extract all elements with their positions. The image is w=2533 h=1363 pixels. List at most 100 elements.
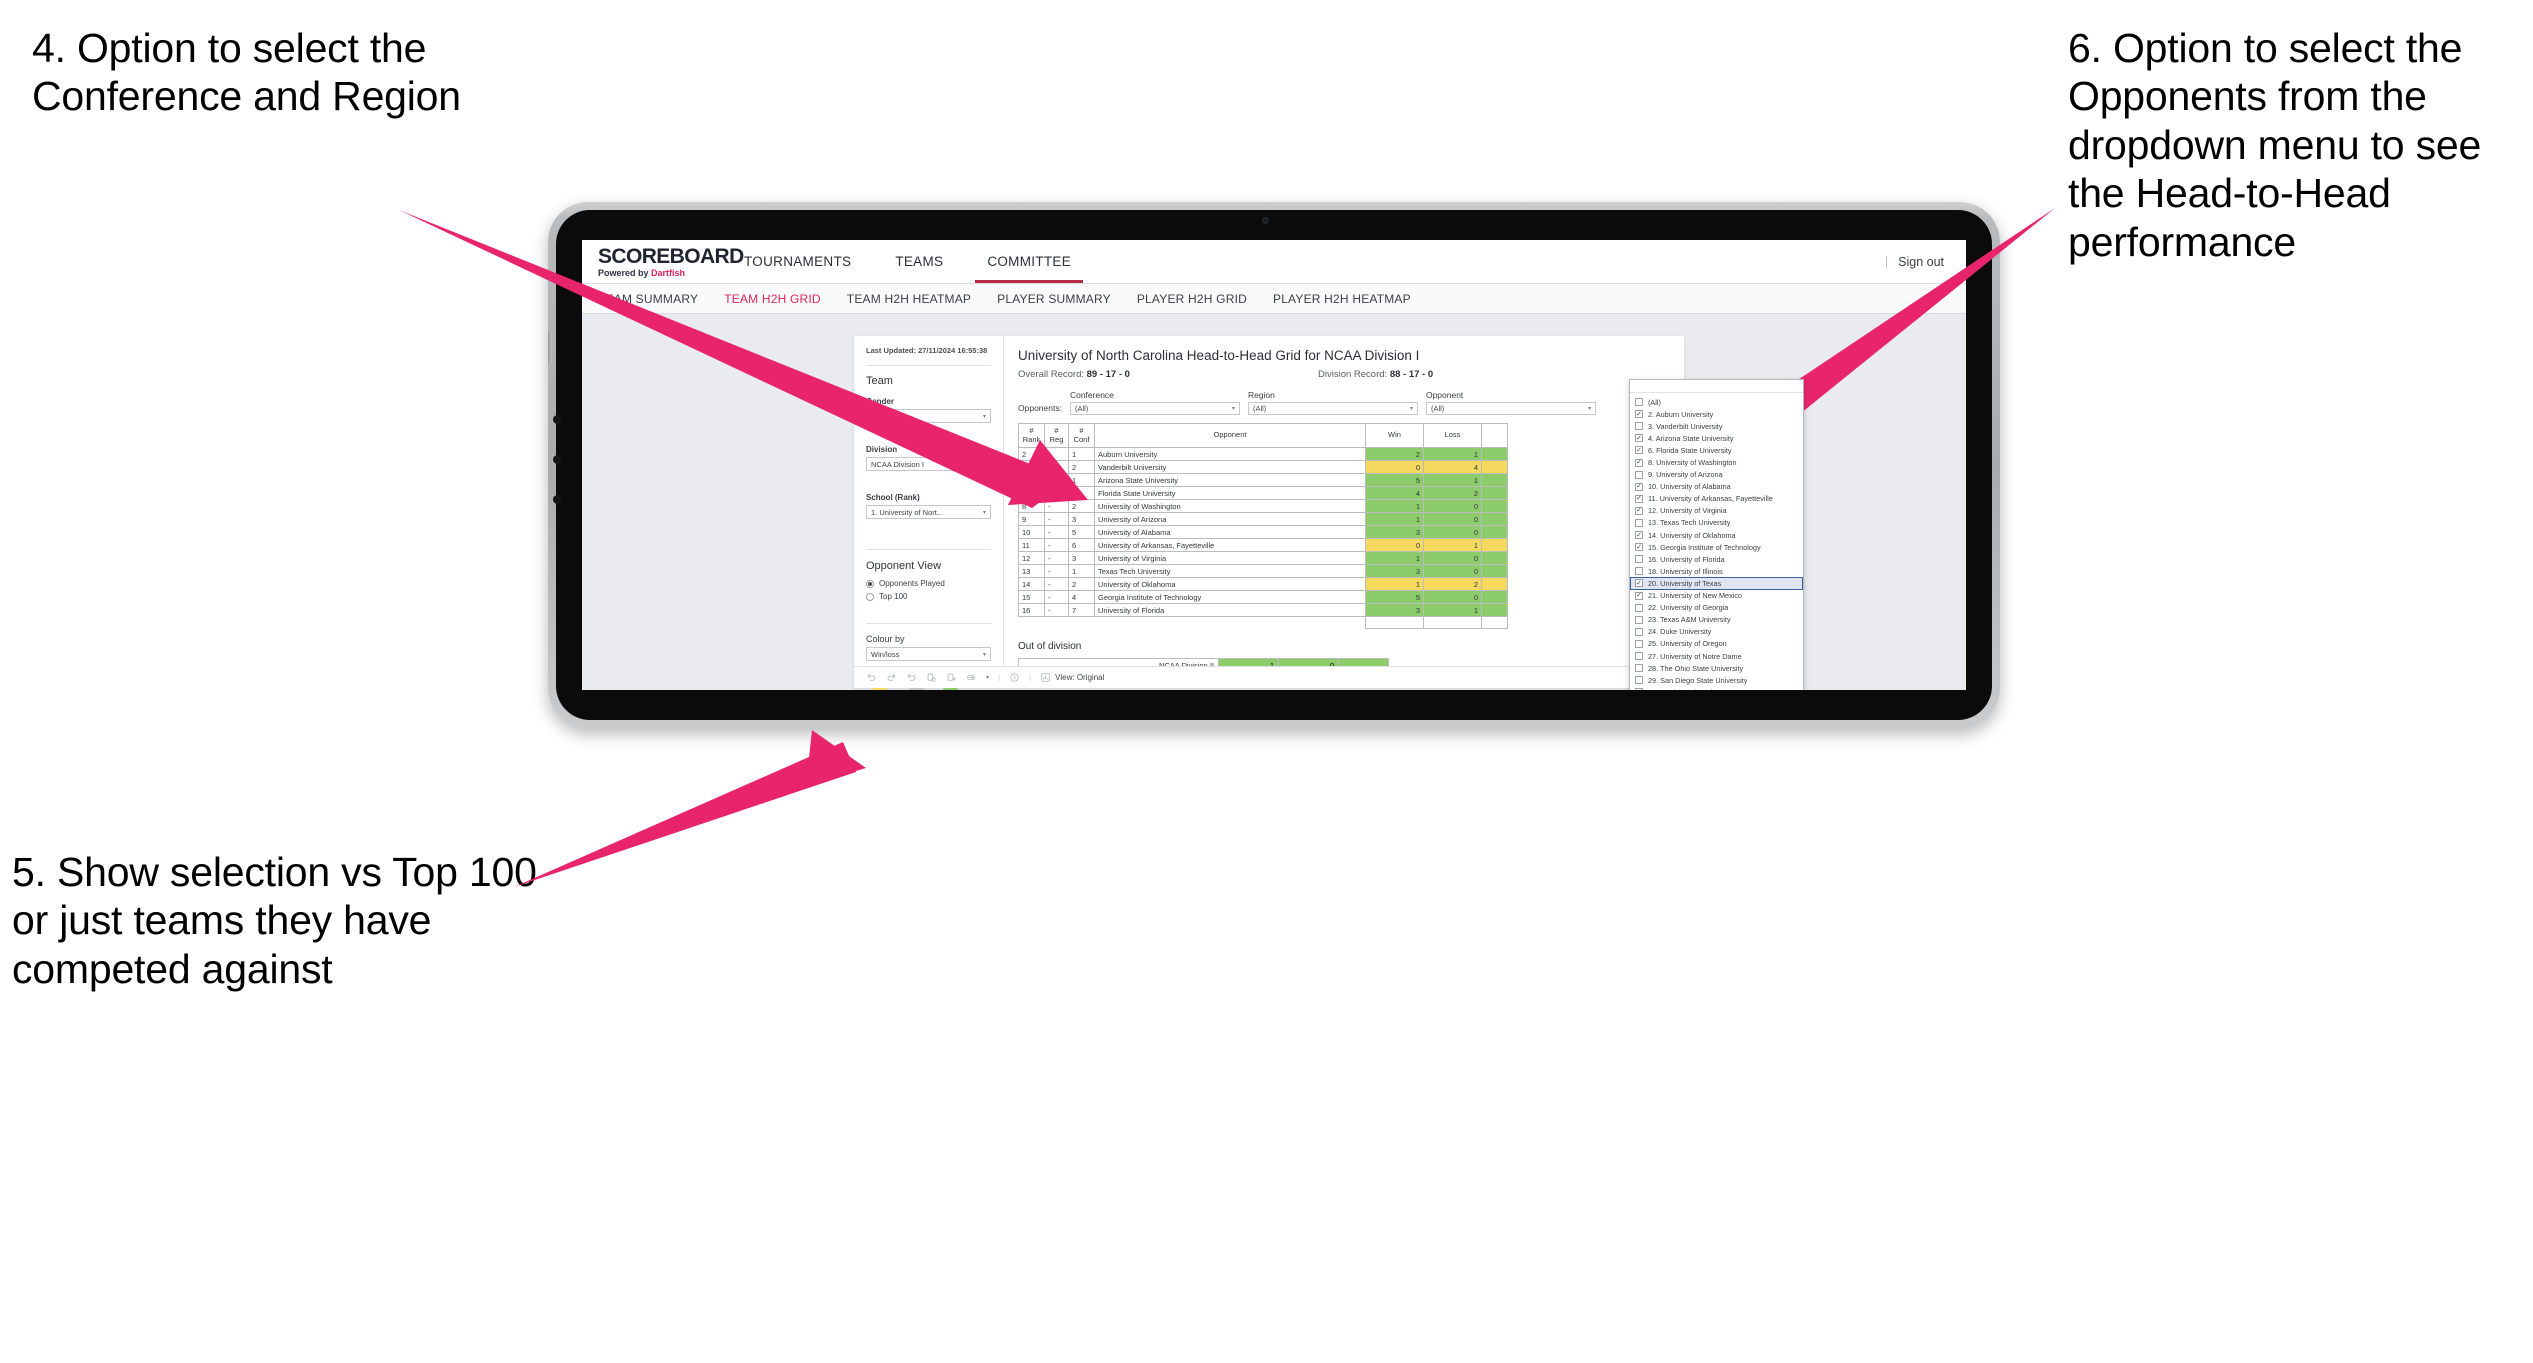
opponent-dropdown-panel[interactable]: (All) 2. Auburn University 3. Vanderbilt U…	[1629, 379, 1804, 690]
division-value: NCAA Division I	[871, 459, 924, 469]
radio-opponents-played[interactable]: Opponents Played	[866, 579, 991, 588]
revert-icon[interactable]	[906, 672, 917, 683]
opponent-option[interactable]: 20. University of Texas	[1630, 577, 1803, 590]
subnav-team-h2h-grid[interactable]: TEAM H2H GRID	[724, 292, 821, 306]
opponent-option[interactable]: 27. University of Notre Dame	[1630, 650, 1803, 662]
checkbox-unchecked-icon[interactable]	[1635, 676, 1643, 685]
checkbox-unchecked-icon[interactable]	[1635, 688, 1643, 690]
opponent-option[interactable]: 24. Duke University	[1630, 626, 1803, 638]
checkbox-unchecked-icon[interactable]	[1635, 603, 1643, 612]
opponent-option[interactable]: 10. University of Alabama	[1630, 481, 1803, 493]
conference-select[interactable]: (All) ▾	[1069, 402, 1240, 415]
cell-rank: 12	[1018, 551, 1045, 565]
cell-reg: -	[1044, 486, 1069, 500]
checkbox-unchecked-icon[interactable]	[1635, 627, 1643, 636]
checkbox-checked-icon[interactable]	[1635, 446, 1643, 455]
subnav-player-h2h-grid[interactable]: PLAYER H2H GRID	[1137, 292, 1247, 306]
tablet-volume-button[interactable]	[548, 330, 552, 364]
subnav-team-h2h-heatmap[interactable]: TEAM H2H HEATMAP	[847, 292, 971, 306]
checkbox-unchecked-icon[interactable]	[1635, 615, 1643, 624]
opponent-option[interactable]: 6. Florida State University	[1630, 444, 1803, 456]
opponent-option[interactable]: 30. Purdue University	[1630, 686, 1803, 690]
checkbox-checked-icon[interactable]	[1635, 506, 1643, 515]
table-row[interactable]: 2-1 Auburn University 2 1	[1018, 447, 1508, 461]
table-row[interactable]: 6-2 Florida State University 4 2	[1018, 486, 1508, 500]
opponent-option[interactable]: 16. University of Florida	[1630, 553, 1803, 565]
opponent-option[interactable]: 25. University of Oregon	[1630, 638, 1803, 650]
opponent-option[interactable]: (All)	[1630, 396, 1803, 408]
checkbox-unchecked-icon[interactable]	[1635, 652, 1643, 661]
checkbox-checked-icon[interactable]	[1635, 543, 1643, 552]
table-row[interactable]: 3-2 Vanderbilt University 0 4	[1018, 460, 1508, 474]
opponent-dropdown-search[interactable]	[1630, 380, 1803, 393]
opponent-option[interactable]: 18. University of Illinois	[1630, 565, 1803, 577]
brand-logo[interactable]: SCOREBOARD Powered by Dartfish	[582, 245, 744, 278]
refresh-data-icon[interactable]	[926, 672, 937, 683]
table-row[interactable]: 13-1 Texas Tech University 3 0	[1018, 564, 1508, 578]
subnav-player-summary[interactable]: PLAYER SUMMARY	[997, 292, 1111, 306]
checkbox-checked-icon[interactable]	[1635, 482, 1643, 491]
table-row[interactable]: 15-4 Georgia Institute of Technology 5 0	[1018, 590, 1508, 604]
checkbox-checked-icon[interactable]	[1635, 591, 1643, 600]
gender-select[interactable]: Men's ▾	[866, 409, 991, 424]
pause-data-icon[interactable]	[946, 672, 957, 683]
opponent-option[interactable]: 14. University of Oklahoma	[1630, 529, 1803, 541]
table-row[interactable]: 9-3 University of Arizona 1 0	[1018, 512, 1508, 526]
opponent-option-label: 15. Georgia Institute of Technology	[1648, 542, 1761, 552]
chevron-down-icon[interactable]: ▾	[986, 674, 989, 681]
nav-committee[interactable]: COMMITTEE	[965, 240, 1093, 283]
table-row[interactable]: 4-1 Arizona State University 5 1	[1018, 473, 1508, 487]
colour-by-select[interactable]: Win/loss ▾	[866, 647, 991, 662]
nav-teams[interactable]: TEAMS	[873, 240, 965, 283]
opponent-option[interactable]: 15. Georgia Institute of Technology	[1630, 541, 1803, 553]
opponent-option[interactable]: 22. University of Georgia	[1630, 602, 1803, 614]
opponent-option[interactable]: 12. University of Virginia	[1630, 505, 1803, 517]
opponent-option[interactable]: 11. University of Arkansas, Fayetteville	[1630, 493, 1803, 505]
nav-tournaments[interactable]: TOURNAMENTS	[722, 240, 873, 283]
region-select[interactable]: (All) ▾	[1247, 402, 1418, 415]
radio-opponents-played-label: Opponents Played	[879, 579, 945, 589]
subnav-player-h2h-heatmap[interactable]: PLAYER H2H HEATMAP	[1273, 292, 1411, 306]
table-row[interactable]: 14-2 University of Oklahoma 1 2	[1018, 577, 1508, 591]
checkbox-checked-icon[interactable]	[1635, 531, 1643, 540]
undo-icon[interactable]	[866, 672, 877, 683]
checkbox-unchecked-icon[interactable]	[1635, 398, 1643, 407]
view-original-button[interactable]: View: Original	[1040, 672, 1104, 683]
checkbox-unchecked-icon[interactable]	[1635, 555, 1643, 564]
redo-icon[interactable]	[886, 672, 897, 683]
opponent-option[interactable]: 4. Arizona State University	[1630, 432, 1803, 444]
checkbox-unchecked-icon[interactable]	[1635, 664, 1643, 673]
sign-out-link[interactable]: Sign out	[1898, 255, 1944, 269]
subnav-team-summary[interactable]: TEAM SUMMARY	[598, 292, 698, 306]
checkbox-checked-icon[interactable]	[1635, 410, 1643, 419]
checkbox-unchecked-icon[interactable]	[1635, 639, 1643, 648]
checkbox-unchecked-icon[interactable]	[1635, 470, 1643, 479]
checkbox-unchecked-icon[interactable]	[1635, 518, 1643, 527]
checkbox-unchecked-icon[interactable]	[1635, 422, 1643, 431]
history-clock-icon[interactable]	[1009, 672, 1020, 683]
table-row[interactable]: 11-6 University of Arkansas, Fayetteville…	[1018, 538, 1508, 552]
opponent-option[interactable]: 3. Vanderbilt University	[1630, 420, 1803, 432]
opponent-option[interactable]: 29. San Diego State University	[1630, 674, 1803, 686]
opponent-select[interactable]: (All) ▾	[1425, 402, 1596, 415]
checkbox-checked-icon[interactable]	[1635, 434, 1643, 443]
opponent-option[interactable]: 28. The Ohio State University	[1630, 662, 1803, 674]
opponent-option[interactable]: 2. Auburn University	[1630, 408, 1803, 420]
opponent-option[interactable]: 8. University of Washington	[1630, 456, 1803, 468]
opponent-option[interactable]: 21. University of New Mexico	[1630, 590, 1803, 602]
checkbox-checked-icon[interactable]	[1635, 458, 1643, 467]
opponent-option[interactable]: 13. Texas Tech University	[1630, 517, 1803, 529]
share-icon[interactable]	[966, 672, 977, 683]
checkbox-unchecked-icon[interactable]	[1635, 567, 1643, 576]
table-row[interactable]: 10-5 University of Alabama 3 0	[1018, 525, 1508, 539]
radio-top-100[interactable]: Top 100	[866, 592, 991, 601]
checkbox-checked-icon[interactable]	[1635, 579, 1643, 588]
table-row[interactable]: 12-3 University of Virginia 1 0	[1018, 551, 1508, 565]
division-select[interactable]: NCAA Division I ▾	[866, 457, 991, 472]
opponent-option[interactable]: 23. Texas A&M University	[1630, 614, 1803, 626]
checkbox-checked-icon[interactable]	[1635, 494, 1643, 503]
opponent-option[interactable]: 9. University of Arizona	[1630, 469, 1803, 481]
table-row[interactable]: 8-2 University of Washington 1 0	[1018, 499, 1508, 513]
table-row[interactable]: 16-7 University of Florida 3 1	[1018, 603, 1508, 617]
school-select[interactable]: 1. University of Nort... ▾	[866, 505, 991, 520]
